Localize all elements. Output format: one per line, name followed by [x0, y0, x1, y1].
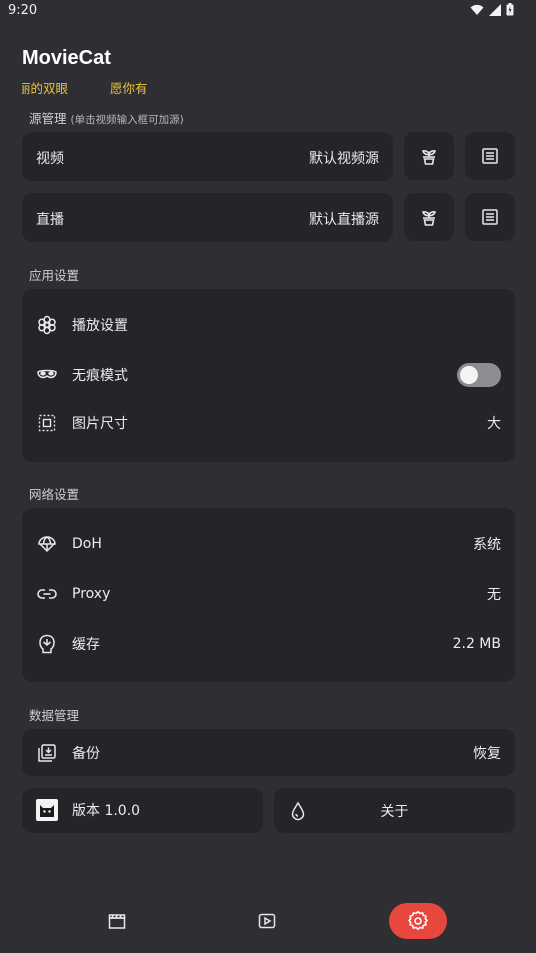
live-source-label: 直播 [36, 212, 64, 228]
plant-icon [422, 211, 436, 226]
nav-settings[interactable] [389, 903, 447, 939]
umbrella-icon [36, 533, 58, 555]
data-management-title: 数据管理 [29, 708, 80, 723]
video-source-list-button[interactable] [465, 132, 515, 180]
about-card[interactable]: 关于 [274, 788, 515, 833]
proxy-label: Proxy [72, 586, 111, 602]
play-icon [258, 913, 276, 929]
doh-label: DoH [72, 536, 102, 552]
marquee-right: 愿你有 [110, 81, 148, 96]
about-label: 关于 [380, 804, 409, 820]
incognito-mode-label: 无痕模式 [72, 368, 128, 384]
network-settings-card: DoH 系统 Proxy 无 缓存 2.2 MB [22, 508, 515, 682]
incognito-mode-row[interactable]: 无痕模式 [22, 355, 515, 395]
doh-row[interactable]: DoH 系统 [22, 524, 515, 564]
movie-icon [108, 914, 126, 929]
video-source-row[interactable]: 视频 默认视频源 [22, 132, 393, 181]
proxy-value: 无 [487, 587, 501, 603]
backup-button[interactable]: 备份 [72, 743, 100, 763]
wifi-icon [470, 4, 484, 15]
video-source-label: 视频 [36, 151, 64, 167]
battery-icon [506, 3, 514, 16]
incognito-toggle[interactable] [457, 363, 501, 387]
image-size-row[interactable]: 图片尺寸 大 [22, 403, 515, 443]
status-icons [470, 3, 514, 16]
live-source-plant-button[interactable] [404, 193, 454, 241]
link-icon [36, 583, 58, 605]
nav-live[interactable] [238, 903, 296, 939]
image-size-value: 大 [487, 416, 501, 432]
cache-row[interactable]: 缓存 2.2 MB [22, 624, 515, 664]
version-label: 版本 1.0.0 [72, 803, 141, 819]
video-source-value: 默认视频源 [309, 151, 379, 167]
version-card[interactable]: 版本 1.0.0 [22, 788, 263, 833]
image-size-label: 图片尺寸 [72, 416, 128, 432]
backup-restore-row: 备份 恢复 [22, 729, 515, 776]
settings-icon [408, 911, 428, 931]
restore-button[interactable]: 恢复 [473, 743, 501, 763]
video-source-plant-button[interactable] [404, 132, 454, 180]
marquee-text: 丽的双眼 愿你有 [22, 78, 172, 97]
flower-icon [36, 314, 58, 336]
plant-icon [422, 150, 436, 165]
live-source-list-button[interactable] [465, 193, 515, 241]
list-icon [482, 209, 498, 225]
cache-icon [36, 633, 58, 655]
live-source-value: 默认直播源 [309, 212, 379, 228]
signal-icon [489, 3, 501, 16]
app-logo-icon [36, 799, 58, 821]
playback-settings-row[interactable]: 播放设置 [22, 305, 515, 345]
source-section-title: 源管理 (单击视频输入框可加源) [29, 111, 184, 126]
marquee-left: 丽的双眼 [22, 81, 69, 96]
cache-label: 缓存 [72, 637, 100, 653]
app-title: MovieCat [22, 47, 111, 69]
backup-icon [36, 742, 58, 764]
list-icon [482, 148, 498, 164]
playback-settings-label: 播放设置 [72, 318, 128, 334]
app-settings-title: 应用设置 [29, 268, 80, 283]
source-section-hint: (单击视频输入框可加源) [70, 114, 184, 126]
network-settings-title: 网络设置 [29, 487, 80, 502]
live-source-row[interactable]: 直播 默认直播源 [22, 193, 393, 242]
status-time: 9:20 [8, 3, 38, 18]
doh-value: 系统 [473, 537, 501, 553]
mask-icon [36, 364, 58, 386]
cache-value: 2.2 MB [452, 636, 501, 652]
nav-movies[interactable] [88, 903, 146, 939]
bottom-nav [0, 895, 536, 953]
app-settings-card: 播放设置 无痕模式 图片尺寸 大 [22, 289, 515, 462]
proxy-row[interactable]: Proxy 无 [22, 574, 515, 614]
image-size-icon [36, 412, 58, 434]
